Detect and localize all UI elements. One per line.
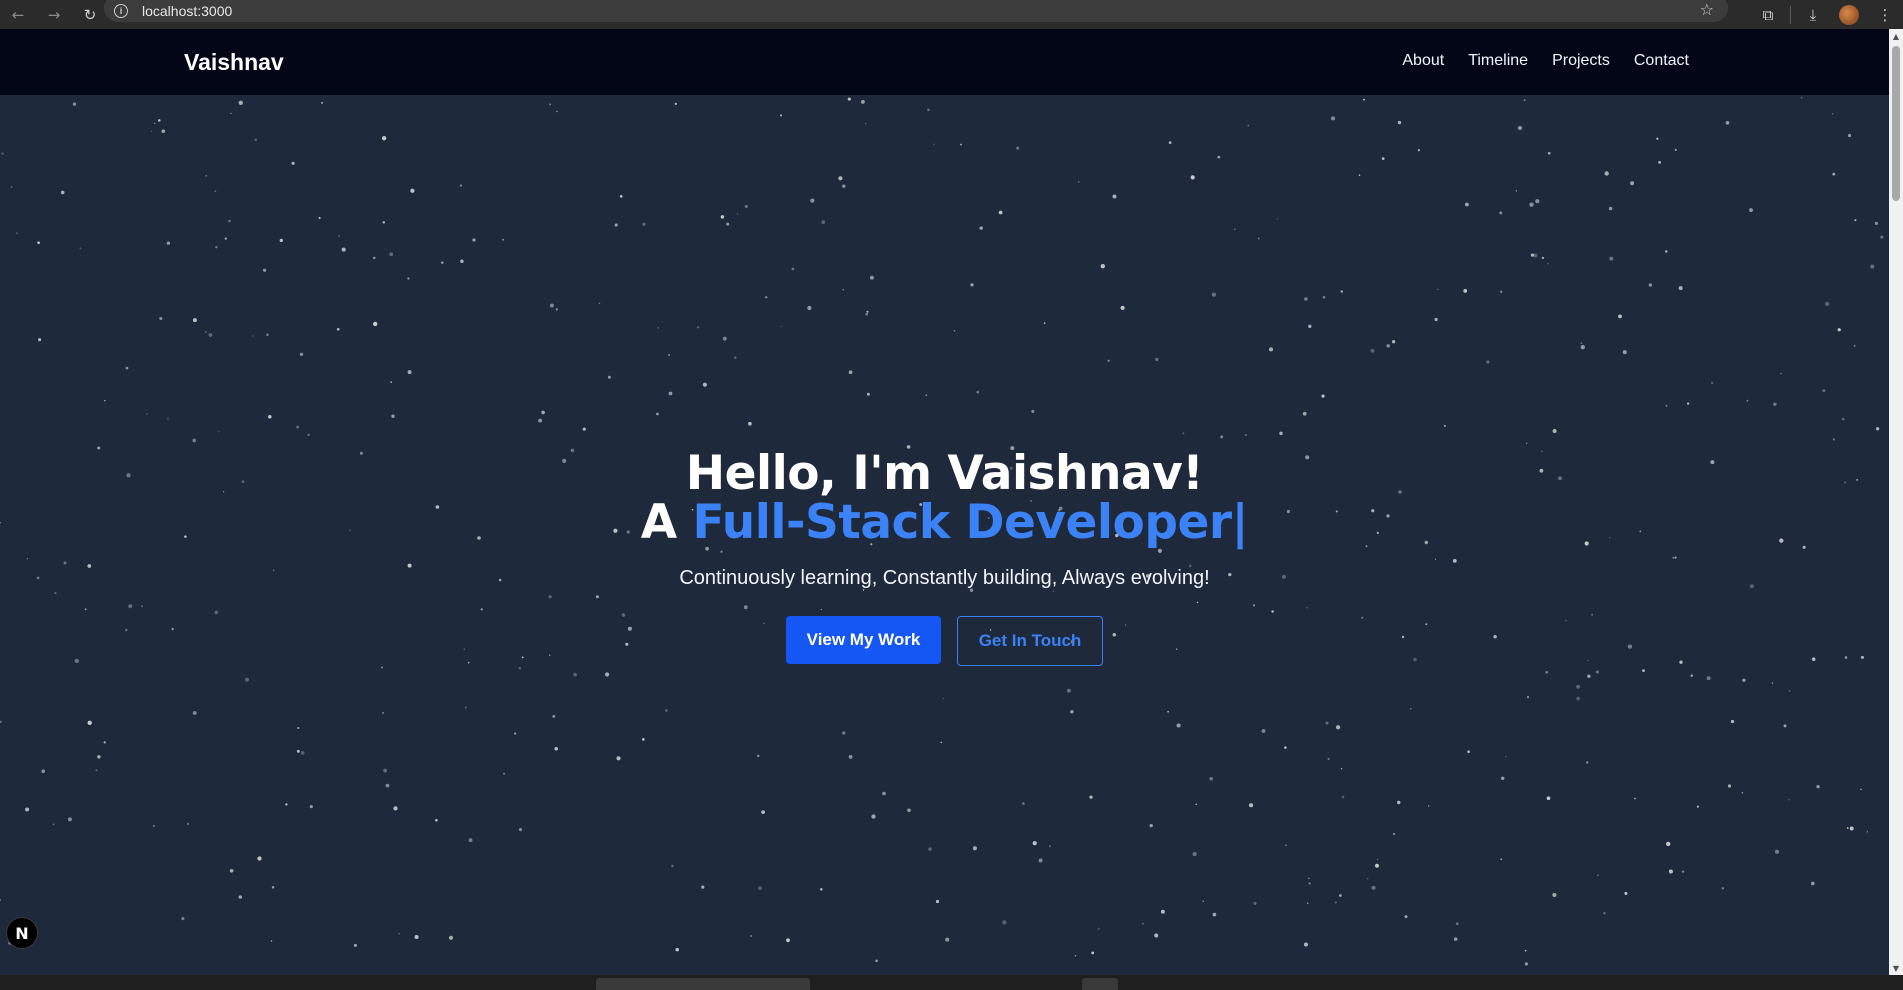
site-logo[interactable]: Vaishnav [184, 49, 284, 76]
taskbar-search[interactable] [596, 978, 810, 990]
scroll-thumb[interactable] [1892, 46, 1900, 201]
hero-tagline: Continuously learning, Constantly buildi… [679, 567, 1210, 589]
view-my-work-button[interactable]: View My Work [786, 616, 941, 664]
bookmark-star-icon[interactable]: ☆ [1700, 0, 1714, 19]
nextjs-dev-badge-icon[interactable]: N [6, 917, 38, 949]
page-viewport: Vaishnav About Timeline Projects Contact… [0, 29, 1889, 975]
toolbar-divider [1790, 5, 1791, 24]
site-header: Vaishnav About Timeline Projects Contact [0, 29, 1889, 95]
hero-greeting: Hello, I'm Vaishnav! [685, 446, 1204, 501]
forward-arrow-icon[interactable]: → [36, 0, 72, 29]
extensions-icon[interactable]: ⧉ [1750, 0, 1786, 29]
get-in-touch-button[interactable]: Get In Touch [957, 616, 1103, 666]
hero-role-prefix: A [640, 495, 693, 550]
scroll-down-icon[interactable]: ▼ [1889, 961, 1903, 975]
back-arrow-icon[interactable]: ← [0, 0, 36, 29]
os-taskbar [0, 975, 1903, 990]
nav-link-contact[interactable]: Contact [1634, 52, 1689, 70]
taskbar-active-app[interactable] [1082, 978, 1118, 990]
reload-icon[interactable]: ↻ [72, 0, 108, 29]
hero-role: Full-Stack Developer [692, 495, 1232, 550]
address-bar[interactable]: i localhost:3000 ☆ [104, 0, 1728, 22]
nav-link-projects[interactable]: Projects [1552, 52, 1610, 70]
typing-cursor: | [1231, 495, 1249, 550]
menu-kebab-icon[interactable]: ⋮ [1867, 0, 1903, 29]
scroll-up-icon[interactable]: ▲ [1889, 29, 1903, 43]
nav-link-timeline[interactable]: Timeline [1468, 52, 1528, 70]
hero-section: Hello, I'm Vaishnav! A Full-Stack Develo… [0, 449, 1889, 666]
browser-toolbar: ← → ↻ i localhost:3000 ☆ ⧉ ⤓ ⋮ [0, 0, 1903, 29]
url-text: localhost:3000 [142, 3, 233, 19]
profile-avatar[interactable] [1831, 0, 1867, 29]
download-icon[interactable]: ⤓ [1795, 0, 1831, 29]
browser-actions: ⧉ ⤓ ⋮ [1750, 0, 1903, 29]
cta-row: View My Work Get In Touch [0, 616, 1889, 666]
hero-role-line: A Full-Stack Developer| [0, 498, 1889, 547]
site-info-icon[interactable]: i [114, 4, 128, 18]
page-scrollbar[interactable]: ▲ ▼ [1889, 29, 1903, 975]
main-nav: About Timeline Projects Contact [1402, 52, 1689, 70]
nav-link-about[interactable]: About [1402, 52, 1444, 70]
